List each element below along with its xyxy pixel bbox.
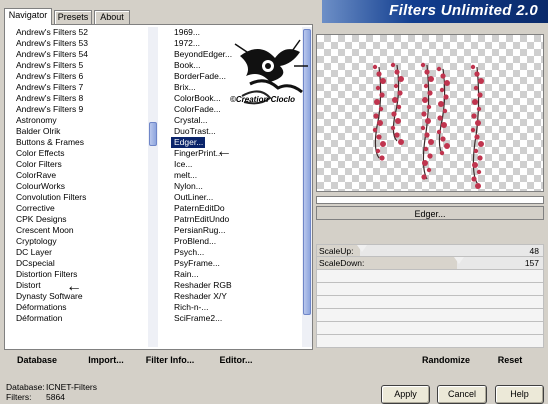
slider-empty — [316, 270, 544, 283]
slider-scaledown[interactable]: ScaleDown: 157 — [316, 257, 544, 270]
randomize-button[interactable]: Randomize — [410, 352, 482, 368]
parameter-sliders: ScaleUp: 48 ScaleDown: 157 — [316, 244, 544, 348]
slider-thumb[interactable] — [454, 257, 464, 264]
category-item[interactable]: Andrew's Filters 7 — [13, 82, 133, 93]
category-item[interactable]: Convolution Filters — [13, 192, 133, 203]
category-item[interactable]: Balder Olrik — [13, 126, 133, 137]
flower-vines-image — [372, 62, 484, 189]
slider-thumb[interactable] — [357, 245, 367, 252]
database-value: ICNET-Filters — [46, 382, 97, 392]
tab-presets[interactable]: Presets — [54, 10, 92, 24]
selected-filter-item[interactable]: Edger... — [171, 137, 206, 148]
category-item[interactable]: DCspecial — [13, 258, 133, 269]
watermark-logo: ©Creation Cloclo — [230, 36, 316, 116]
category-item[interactable]: Andrew's Filters 6 — [13, 71, 133, 82]
database-label: Database: — [6, 382, 45, 392]
category-item[interactable]: Color Filters — [13, 159, 133, 170]
reset-button[interactable]: Reset — [488, 352, 532, 368]
database-info: Database:ICNET-Filters Filters: 5864 — [6, 382, 97, 402]
category-item[interactable]: Andrew's Filters 52 — [13, 27, 133, 38]
filter-item[interactable]: ProBlend... — [171, 236, 301, 247]
filter-item[interactable]: PersianRug... — [171, 225, 301, 236]
apply-button[interactable]: Apply — [381, 385, 430, 404]
filters-count-value: 5864 — [46, 392, 65, 402]
progress-bar — [316, 196, 544, 204]
filter-item[interactable]: Reshader X/Y — [171, 291, 301, 302]
slider-empty — [316, 309, 544, 322]
category-item[interactable]: Astronomy — [13, 115, 133, 126]
database-button[interactable]: Database — [8, 352, 66, 368]
filter-item[interactable]: Rain... — [171, 269, 301, 280]
category-item[interactable]: Andrew's Filters 5 — [13, 60, 133, 71]
filter-item[interactable]: Edger... — [171, 137, 301, 148]
help-button[interactable]: Help — [495, 385, 544, 404]
watermark-text: ©Creation Cloclo — [230, 95, 296, 104]
preset-button-bar: Randomize Reset — [316, 352, 544, 368]
category-item[interactable]: Andrew's Filters 9 — [13, 104, 133, 115]
category-scroll-thumb[interactable] — [149, 122, 157, 146]
slider-empty — [316, 283, 544, 296]
header-banner: Filters Unlimited 2.0 — [322, 0, 548, 23]
preview-filter-name: Edger... — [316, 206, 544, 220]
filter-item[interactable]: PatrnEditUndo — [171, 214, 301, 225]
slider-scaleup[interactable]: ScaleUp: 48 — [316, 244, 544, 257]
filter-item[interactable]: FingerPrint... — [171, 148, 301, 159]
category-item[interactable]: Déformation — [13, 313, 133, 324]
category-item[interactable]: Andrew's Filters 54 — [13, 49, 133, 60]
category-item[interactable]: Color Effects — [13, 148, 133, 159]
category-item[interactable]: Cryptology — [13, 236, 133, 247]
filter-item[interactable]: PaternEditDo — [171, 203, 301, 214]
filter-item[interactable]: Rich-n-... — [171, 302, 301, 313]
category-item[interactable]: ColourWorks — [13, 181, 133, 192]
category-item[interactable]: Andrew's Filters 53 — [13, 38, 133, 49]
filter-item[interactable]: SciFrame2... — [171, 313, 301, 324]
editor-button[interactable]: Editor... — [214, 352, 258, 368]
category-item[interactable]: ColorRave — [13, 170, 133, 181]
slider-label: ScaleDown: — [319, 258, 365, 268]
pointer-arrow-icon: ← — [66, 278, 82, 295]
filter-item[interactable]: OutLiner... — [171, 192, 301, 203]
category-item[interactable]: DC Layer — [13, 247, 133, 258]
slider-empty — [316, 335, 544, 348]
filter-item[interactable]: Nylon... — [171, 181, 301, 192]
tab-about[interactable]: About — [94, 10, 130, 24]
category-item[interactable]: Buttons & Frames — [13, 137, 133, 148]
cancel-button[interactable]: Cancel — [437, 385, 487, 404]
tab-navigator[interactable]: Navigator — [4, 8, 52, 25]
filter-item[interactable]: melt... — [171, 170, 301, 181]
preview-canvas — [316, 34, 544, 192]
category-scrollbar[interactable] — [148, 27, 158, 347]
slider-label: ScaleUp: — [319, 246, 354, 256]
filter-item[interactable]: PsyFrame... — [171, 258, 301, 269]
banner-title: Filters Unlimited 2.0 — [389, 2, 538, 19]
slider-empty — [316, 322, 544, 335]
pointer-arrow-icon: ← — [216, 143, 232, 160]
filter-item[interactable]: Ice... — [171, 159, 301, 170]
filter-info-button[interactable]: Filter Info... — [144, 352, 196, 368]
category-list[interactable]: Andrew's Filters 52 Andrew's Filters 53 An… — [13, 27, 133, 347]
filters-count-label: Filters: — [6, 392, 32, 402]
category-item[interactable]: Déformations — [13, 302, 133, 313]
import-button[interactable]: Import... — [84, 352, 128, 368]
filter-item[interactable]: Reshader RGB — [171, 280, 301, 291]
category-item[interactable]: Corrective — [13, 203, 133, 214]
list-button-bar: Database Import... Filter Info... Editor… — [4, 352, 313, 368]
slider-value: 157 — [524, 258, 539, 268]
slider-value: 48 — [529, 246, 539, 256]
filter-item[interactable]: DuoTrast... — [171, 126, 301, 137]
category-item[interactable]: Crescent Moon — [13, 225, 133, 236]
slider-empty — [316, 296, 544, 309]
filter-item[interactable]: Crystal... — [171, 115, 301, 126]
category-item[interactable]: CPK Designs — [13, 214, 133, 225]
filter-item[interactable]: Psych... — [171, 247, 301, 258]
category-item[interactable]: Andrew's Filters 8 — [13, 93, 133, 104]
